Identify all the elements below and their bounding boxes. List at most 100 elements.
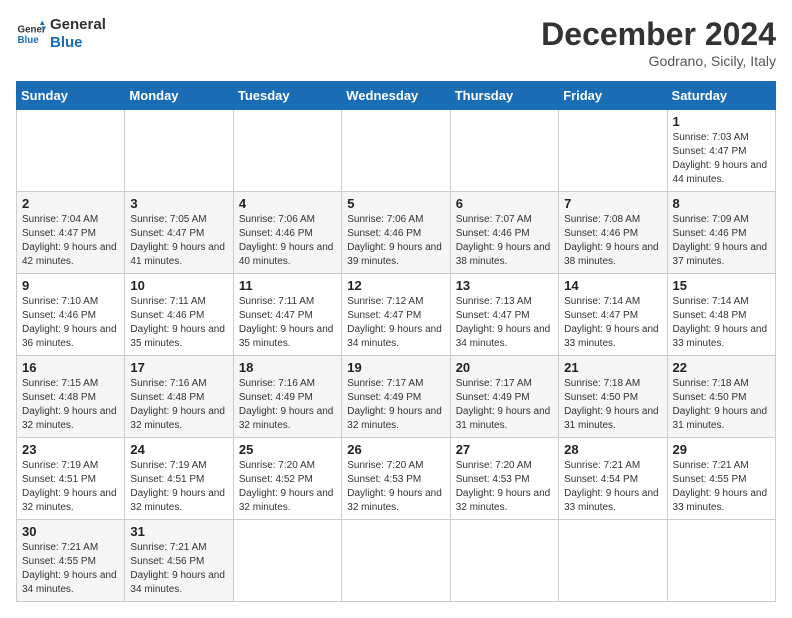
day-number: 9	[22, 278, 119, 293]
page-container: General Blue General Blue December 2024 …	[16, 16, 776, 602]
day-detail: Sunrise: 7:07 AMSunset: 4:46 PMDaylight:…	[456, 214, 551, 267]
day-detail: Sunrise: 7:05 AMSunset: 4:47 PMDaylight:…	[130, 214, 225, 267]
day-number: 13	[456, 278, 553, 293]
logo-line2: Blue	[50, 34, 106, 52]
svg-text:Blue: Blue	[18, 35, 40, 46]
day-detail: Sunrise: 7:11 AMSunset: 4:46 PMDaylight:…	[130, 296, 225, 349]
day-detail: Sunrise: 7:10 AMSunset: 4:46 PMDaylight:…	[22, 296, 117, 349]
calendar-day: 23Sunrise: 7:19 AMSunset: 4:51 PMDayligh…	[17, 438, 125, 520]
day-header-monday: Monday	[125, 82, 233, 110]
calendar-week-row: 9 Sunrise: 7:10 AMSunset: 4:46 PMDaylight…	[17, 274, 776, 356]
day-detail: Sunrise: 7:19 AMSunset: 4:51 PMDaylight:…	[130, 460, 225, 513]
calendar-day: 2Sunrise: 7:04 AMSunset: 4:47 PMDaylight…	[17, 192, 125, 274]
day-detail: Sunrise: 7:17 AMSunset: 4:49 PMDaylight:…	[456, 378, 551, 431]
day-number: 29	[673, 442, 770, 457]
day-number: 25	[239, 442, 336, 457]
day-number: 15	[673, 278, 770, 293]
calendar-day: 29 Sunrise: 7:21 AMSunset: 4:55 PMDayligh…	[667, 438, 775, 520]
day-detail: Sunrise: 7:20 AMSunset: 4:53 PMDaylight:…	[347, 460, 442, 513]
day-detail: Sunrise: 7:09 AMSunset: 4:46 PMDaylight:…	[673, 214, 768, 267]
day-detail: Sunrise: 7:18 AMSunset: 4:50 PMDaylight:…	[673, 378, 768, 431]
day-detail: Sunrise: 7:15 AMSunset: 4:48 PMDaylight:…	[22, 378, 117, 431]
calendar-day: 7Sunrise: 7:08 AMSunset: 4:46 PMDaylight…	[559, 192, 667, 274]
calendar-day: 4 Sunrise: 7:06 AMSunset: 4:46 PMDaylight…	[233, 192, 341, 274]
day-detail: Sunrise: 7:14 AMSunset: 4:47 PMDaylight:…	[564, 296, 659, 349]
day-header-tuesday: Tuesday	[233, 82, 341, 110]
calendar-day: 15 Sunrise: 7:14 AMSunset: 4:48 PMDayligh…	[667, 274, 775, 356]
day-number: 1	[673, 114, 770, 129]
calendar-day: 16 Sunrise: 7:15 AMSunset: 4:48 PMDayligh…	[17, 356, 125, 438]
day-detail: Sunrise: 7:06 AMSunset: 4:46 PMDaylight:…	[239, 214, 334, 267]
day-number: 20	[456, 360, 553, 375]
day-detail: Sunrise: 7:21 AMSunset: 4:56 PMDaylight:…	[130, 542, 225, 595]
day-number: 16	[22, 360, 119, 375]
day-number: 11	[239, 278, 336, 293]
header: General Blue General Blue December 2024 …	[16, 16, 776, 69]
day-number: 31	[130, 524, 227, 539]
day-number: 6	[456, 196, 553, 211]
day-detail: Sunrise: 7:19 AMSunset: 4:51 PMDaylight:…	[22, 460, 117, 513]
calendar-day: 19Sunrise: 7:17 AMSunset: 4:49 PMDayligh…	[342, 356, 450, 438]
calendar-day: 24Sunrise: 7:19 AMSunset: 4:51 PMDayligh…	[125, 438, 233, 520]
day-detail: Sunrise: 7:21 AMSunset: 4:55 PMDaylight:…	[22, 542, 117, 595]
svg-text:General: General	[18, 25, 47, 36]
calendar-day	[450, 520, 558, 602]
calendar-day: 10Sunrise: 7:11 AMSunset: 4:46 PMDayligh…	[125, 274, 233, 356]
day-header-wednesday: Wednesday	[342, 82, 450, 110]
empty-cell	[450, 110, 558, 192]
day-number: 21	[564, 360, 661, 375]
calendar-header-row: SundayMondayTuesdayWednesdayThursdayFrid…	[17, 82, 776, 110]
day-header-friday: Friday	[559, 82, 667, 110]
calendar-day	[559, 520, 667, 602]
day-number: 30	[22, 524, 119, 539]
calendar-day: 9 Sunrise: 7:10 AMSunset: 4:46 PMDaylight…	[17, 274, 125, 356]
day-number: 4	[239, 196, 336, 211]
calendar-day: 18 Sunrise: 7:16 AMSunset: 4:49 PMDayligh…	[233, 356, 341, 438]
day-detail: Sunrise: 7:03 AMSunset: 4:47 PMDaylight:…	[673, 132, 768, 185]
day-number: 17	[130, 360, 227, 375]
day-detail: Sunrise: 7:04 AMSunset: 4:47 PMDaylight:…	[22, 214, 117, 267]
day-number: 19	[347, 360, 444, 375]
logo-line1: General	[50, 16, 106, 34]
calendar-day: 1 Sunrise: 7:03 AMSunset: 4:47 PMDaylight…	[667, 110, 775, 192]
day-detail: Sunrise: 7:16 AMSunset: 4:49 PMDaylight:…	[239, 378, 334, 431]
calendar-subtitle: Godrano, Sicily, Italy	[541, 53, 776, 69]
calendar-day	[233, 520, 341, 602]
calendar-week-row: 16 Sunrise: 7:15 AMSunset: 4:48 PMDayligh…	[17, 356, 776, 438]
day-number: 14	[564, 278, 661, 293]
calendar-day: 14 Sunrise: 7:14 AMSunset: 4:47 PMDayligh…	[559, 274, 667, 356]
empty-cell	[342, 110, 450, 192]
calendar-day: 11Sunrise: 7:11 AMSunset: 4:47 PMDayligh…	[233, 274, 341, 356]
day-number: 5	[347, 196, 444, 211]
calendar-day: 27Sunrise: 7:20 AMSunset: 4:53 PMDayligh…	[450, 438, 558, 520]
calendar-day	[667, 520, 775, 602]
day-number: 22	[673, 360, 770, 375]
calendar-table: SundayMondayTuesdayWednesdayThursdayFrid…	[16, 81, 776, 602]
day-detail: Sunrise: 7:20 AMSunset: 4:52 PMDaylight:…	[239, 460, 334, 513]
day-detail: Sunrise: 7:13 AMSunset: 4:47 PMDaylight:…	[456, 296, 551, 349]
calendar-day: 6 Sunrise: 7:07 AMSunset: 4:46 PMDaylight…	[450, 192, 558, 274]
calendar-week-row: 2Sunrise: 7:04 AMSunset: 4:47 PMDaylight…	[17, 192, 776, 274]
calendar-day: 8Sunrise: 7:09 AMSunset: 4:46 PMDaylight…	[667, 192, 775, 274]
day-number: 7	[564, 196, 661, 211]
calendar-day: 31 Sunrise: 7:21 AMSunset: 4:56 PMDayligh…	[125, 520, 233, 602]
day-number: 27	[456, 442, 553, 457]
day-detail: Sunrise: 7:21 AMSunset: 4:55 PMDaylight:…	[673, 460, 768, 513]
title-block: December 2024 Godrano, Sicily, Italy	[541, 16, 776, 69]
day-detail: Sunrise: 7:18 AMSunset: 4:50 PMDaylight:…	[564, 378, 659, 431]
day-header-sunday: Sunday	[17, 82, 125, 110]
calendar-day: 30 Sunrise: 7:21 AMSunset: 4:55 PMDayligh…	[17, 520, 125, 602]
day-detail: Sunrise: 7:14 AMSunset: 4:48 PMDaylight:…	[673, 296, 768, 349]
calendar-day: 17Sunrise: 7:16 AMSunset: 4:48 PMDayligh…	[125, 356, 233, 438]
calendar-day: 5 Sunrise: 7:06 AMSunset: 4:46 PMDaylight…	[342, 192, 450, 274]
day-header-thursday: Thursday	[450, 82, 558, 110]
day-detail: Sunrise: 7:12 AMSunset: 4:47 PMDaylight:…	[347, 296, 442, 349]
day-number: 3	[130, 196, 227, 211]
empty-cell	[17, 110, 125, 192]
calendar-week-row: 1 Sunrise: 7:03 AMSunset: 4:47 PMDaylight…	[17, 110, 776, 192]
day-number: 18	[239, 360, 336, 375]
logo-icon: General Blue	[16, 19, 46, 49]
calendar-day: 13 Sunrise: 7:13 AMSunset: 4:47 PMDayligh…	[450, 274, 558, 356]
day-detail: Sunrise: 7:06 AMSunset: 4:46 PMDaylight:…	[347, 214, 442, 267]
calendar-week-row: 23Sunrise: 7:19 AMSunset: 4:51 PMDayligh…	[17, 438, 776, 520]
